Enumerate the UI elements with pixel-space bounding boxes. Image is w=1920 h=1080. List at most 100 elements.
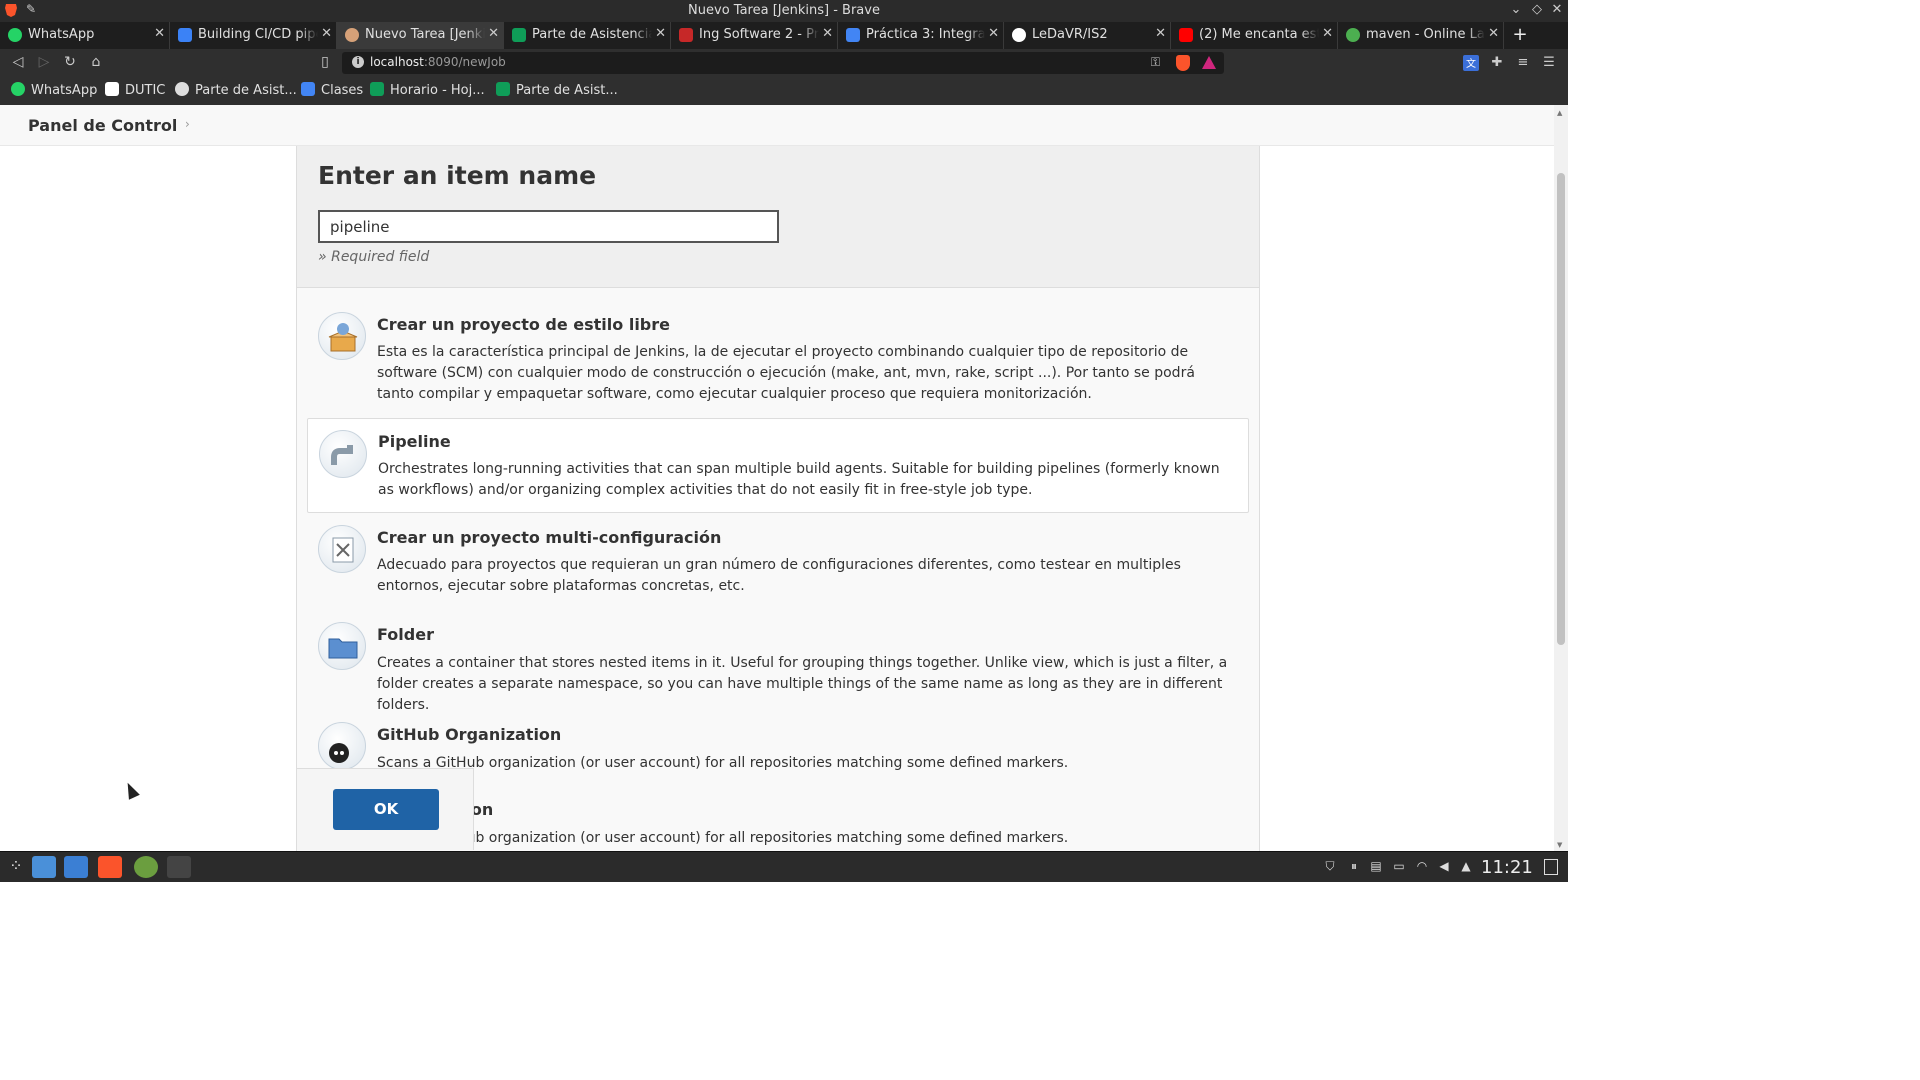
item-description: Scans a GitHub organization (or user acc… bbox=[377, 755, 1069, 771]
google-icon bbox=[175, 82, 189, 96]
url-host: localhost bbox=[370, 55, 424, 69]
terminal-icon[interactable] bbox=[167, 856, 191, 878]
tray-expand-icon[interactable]: ▲ bbox=[1458, 859, 1474, 875]
item-name-input[interactable] bbox=[318, 210, 779, 243]
brave-taskbar-icon[interactable] bbox=[98, 856, 122, 878]
clipboard-icon[interactable]: ▤ bbox=[1368, 859, 1384, 875]
pipeline-icon bbox=[319, 430, 367, 478]
maximize-icon[interactable]: ◇ bbox=[1529, 2, 1545, 17]
app-green-icon[interactable] bbox=[134, 856, 158, 878]
breadcrumb-dashboard-link[interactable]: Panel de Control bbox=[28, 116, 177, 135]
item-description: Orchestrates long-running activities tha… bbox=[378, 461, 1220, 498]
close-tab-icon[interactable]: ✕ bbox=[1155, 26, 1166, 41]
url-text[interactable]: localhost:8090/newJob bbox=[370, 55, 506, 69]
bookmark-horario[interactable]: Horario - Hoj... bbox=[370, 82, 485, 98]
file-manager-icon[interactable] bbox=[64, 856, 88, 878]
tab-label: Práctica 3: Integració bbox=[866, 27, 985, 42]
pause-icon[interactable]: ⏸ bbox=[1346, 859, 1362, 875]
navigation-bar: ◁ ▷ ↻ ⌂ ▯ i localhost:8090/newJob ⚿ bbox=[0, 49, 1568, 77]
close-tab-icon[interactable]: ✕ bbox=[655, 26, 666, 41]
scroll-down-icon[interactable]: ▼ bbox=[1557, 841, 1562, 849]
tab-strip: WhatsApp ✕ Building CI/CD pipelines ✕ Nu… bbox=[0, 22, 1568, 49]
extensions-puzzle-icon[interactable]: ✚ bbox=[1489, 55, 1505, 71]
item-type-folder[interactable]: Folder Creates a container that stores n… bbox=[307, 620, 1249, 713]
close-tab-icon[interactable]: ✕ bbox=[1488, 26, 1499, 41]
translate-extension-icon[interactable]: 文 bbox=[1463, 55, 1479, 71]
tab-whatsapp[interactable]: WhatsApp ✕ bbox=[0, 22, 170, 49]
tab-label: Parte de Asistencia I bbox=[532, 27, 652, 42]
tab-youtube[interactable]: (2) Me encanta este r ✕ bbox=[1171, 22, 1338, 49]
close-tab-icon[interactable]: ✕ bbox=[488, 26, 499, 41]
brave-rewards-icon[interactable] bbox=[1202, 56, 1216, 69]
tab-practica-3[interactable]: Práctica 3: Integració ✕ bbox=[838, 22, 1004, 49]
close-tab-icon[interactable]: ✕ bbox=[321, 26, 332, 41]
tab-overleaf[interactable]: maven - Online LaTe ✕ bbox=[1338, 22, 1504, 49]
app-menu-icon[interactable]: ⁘ bbox=[4, 856, 28, 878]
desktop-icon[interactable] bbox=[32, 856, 56, 878]
page-scrollbar[interactable]: ▲ ▼ bbox=[1554, 105, 1568, 851]
ok-button[interactable]: OK bbox=[333, 789, 439, 830]
scrollbar-thumb[interactable] bbox=[1557, 173, 1565, 645]
bookmark-dutic[interactable]: DUTIC bbox=[105, 82, 165, 98]
calendar-icon bbox=[679, 28, 693, 42]
address-bar[interactable]: i localhost:8090/newJob ⚿ bbox=[342, 52, 1224, 74]
shield-icon[interactable]: ⛉ bbox=[1322, 859, 1338, 875]
breadcrumb: Panel de Control › bbox=[0, 105, 1554, 146]
item-description: Adecuado para proyectos que requieran un… bbox=[377, 557, 1181, 594]
menu-icon[interactable]: ☰ bbox=[1541, 55, 1557, 71]
bookmarks-bar: WhatsApp DUTIC Parte de Asist... Clases … bbox=[0, 77, 1568, 105]
classroom-icon bbox=[846, 28, 860, 42]
url-path: :8090/newJob bbox=[423, 55, 506, 69]
bookmark-icon[interactable]: ▯ bbox=[316, 53, 334, 71]
item-description: Scans a GitHub organization (or user acc… bbox=[377, 830, 1069, 846]
brave-shields-icon[interactable] bbox=[1176, 55, 1190, 71]
minimize-icon[interactable]: ⌄ bbox=[1508, 2, 1524, 17]
tab-jenkins-new-job[interactable]: Nuevo Tarea [Jenkins] ✕ bbox=[337, 22, 504, 49]
tab-parte-asistencia[interactable]: Parte de Asistencia I ✕ bbox=[504, 22, 671, 49]
tab-building-ci-cd[interactable]: Building CI/CD pipelines ✕ bbox=[170, 22, 337, 49]
wifi-icon[interactable]: ◠ bbox=[1414, 859, 1430, 875]
bookmark-label: Horario - Hoj... bbox=[390, 83, 485, 98]
chevron-right-icon[interactable]: › bbox=[185, 117, 190, 131]
youtube-icon bbox=[1179, 28, 1193, 42]
item-title: Crear un proyecto multi-configuración bbox=[377, 528, 722, 547]
bookmark-whatsapp[interactable]: WhatsApp bbox=[11, 82, 97, 98]
item-title: Pipeline bbox=[378, 432, 451, 451]
clock[interactable]: 11:21 bbox=[1481, 857, 1533, 878]
tab-github-ledavr[interactable]: LeDaVR/IS2 ✕ bbox=[1004, 22, 1171, 49]
site-info-icon[interactable]: i bbox=[352, 56, 364, 68]
close-tab-icon[interactable]: ✕ bbox=[154, 26, 165, 41]
item-type-freestyle[interactable]: Crear un proyecto de estilo libre Esta e… bbox=[307, 309, 1249, 409]
home-icon[interactable]: ⌂ bbox=[87, 53, 105, 71]
jenkins-icon bbox=[345, 28, 359, 42]
item-type-pipeline[interactable]: Pipeline Orchestrates long-running activ… bbox=[307, 418, 1249, 513]
sheets-icon bbox=[512, 28, 526, 42]
key-icon[interactable]: ⚿ bbox=[1151, 55, 1160, 70]
bookmark-clases[interactable]: Clases bbox=[301, 82, 363, 98]
close-tab-icon[interactable]: ✕ bbox=[988, 26, 999, 41]
tab-label: Nuevo Tarea [Jenkins] bbox=[365, 27, 485, 42]
github-organization-icon bbox=[318, 722, 366, 770]
new-tab-button[interactable]: + bbox=[1510, 24, 1530, 45]
sheets-icon bbox=[370, 82, 384, 96]
forward-icon[interactable]: ▷ bbox=[35, 53, 53, 71]
playlist-icon[interactable]: ≡ bbox=[1515, 55, 1531, 71]
tab-ing-software[interactable]: Ing Software 2 - Prác ✕ bbox=[671, 22, 838, 49]
tab-label: (2) Me encanta este r bbox=[1199, 27, 1319, 42]
close-tab-icon[interactable]: ✕ bbox=[822, 26, 833, 41]
bookmark-label: DUTIC bbox=[125, 83, 166, 98]
bookmark-parte-asistencia-2[interactable]: Parte de Asist... bbox=[496, 82, 618, 98]
reload-icon[interactable]: ↻ bbox=[61, 53, 79, 71]
item-title: Crear un proyecto de estilo libre bbox=[377, 315, 670, 334]
item-type-multi-configuration[interactable]: Crear un proyecto multi-configuración Ad… bbox=[307, 523, 1249, 603]
volume-icon[interactable]: ◀ bbox=[1436, 859, 1452, 875]
back-icon[interactable]: ◁ bbox=[9, 53, 27, 71]
scroll-up-icon[interactable]: ▲ bbox=[1557, 109, 1562, 117]
overleaf-icon bbox=[1346, 28, 1360, 42]
sheets-icon bbox=[496, 82, 510, 96]
battery-icon[interactable]: ▭ bbox=[1391, 859, 1407, 875]
bookmark-parte-asistencia-1[interactable]: Parte de Asist... bbox=[175, 82, 297, 98]
close-tab-icon[interactable]: ✕ bbox=[1322, 26, 1333, 41]
close-window-icon[interactable]: ✕ bbox=[1549, 2, 1565, 17]
show-desktop-icon[interactable] bbox=[1544, 859, 1558, 875]
